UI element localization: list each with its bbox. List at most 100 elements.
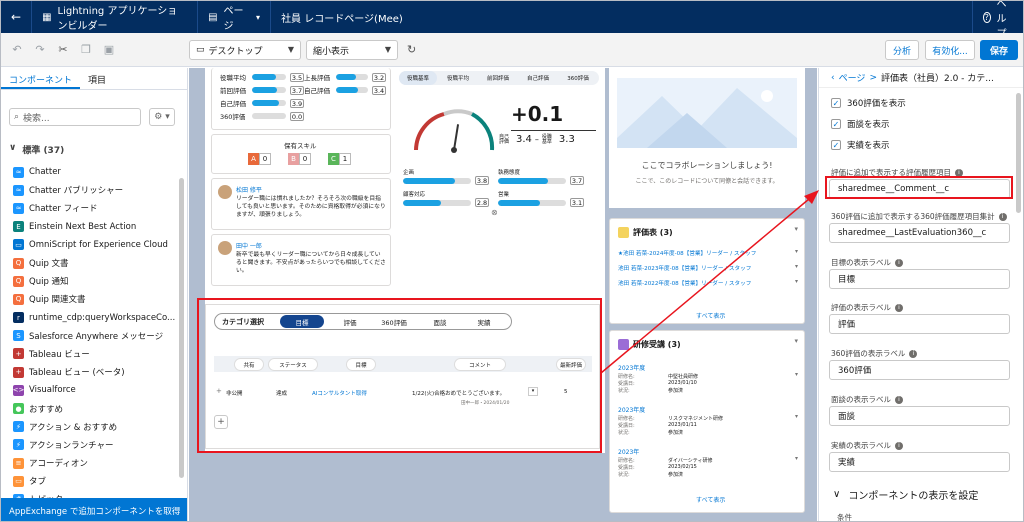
field-input[interactable]: sharedmee__LastEvaluation360__c bbox=[829, 223, 1010, 243]
component-item[interactable]: ▭ OmniScript for Experience Cloud bbox=[13, 236, 178, 254]
settings-icon[interactable]: ⊗ bbox=[491, 208, 498, 217]
comment-text: リーダー職には慣れましたか？そろそろ次の職級を目指しても良いと思います。そのため… bbox=[236, 196, 386, 218]
eval-list-item[interactable]: 池田 若菜-2023年度-08【営業】リーダー / スタッフ bbox=[618, 264, 751, 272]
item-dropdown-icon[interactable]: ▾ bbox=[795, 278, 798, 285]
scrollbar[interactable] bbox=[179, 178, 184, 478]
component-item[interactable]: Q Quip 文書 bbox=[13, 254, 178, 272]
eval-list-item[interactable]: 池田 若菜-2022年度-08【営業】リーダー / スタッフ bbox=[618, 279, 751, 287]
gauge-needle bbox=[453, 124, 460, 151]
tab-components[interactable]: コンポーネント bbox=[1, 68, 81, 89]
gauge-tab[interactable]: 自己評価 bbox=[519, 71, 557, 85]
component-label: アクションランチャー bbox=[29, 440, 114, 451]
component-item[interactable]: r runtime_cdp:queryWorkspaceCo... bbox=[13, 309, 178, 327]
chevron-left-icon[interactable]: ‹ bbox=[831, 73, 835, 83]
undo-icon[interactable]: ↶ bbox=[10, 43, 24, 57]
component-item[interactable]: ▭ タブ bbox=[13, 472, 178, 490]
component-item[interactable]: S Salesforce Anywhere メッセージ bbox=[13, 327, 178, 345]
checkbox-checked-icon[interactable]: ✓ bbox=[831, 98, 841, 108]
cut-icon[interactable]: ✂ bbox=[56, 43, 70, 57]
metric-bar-fill bbox=[403, 177, 455, 184]
training-year-link[interactable]: 2023年度 bbox=[618, 363, 645, 372]
device-select[interactable]: ▭ デスクトップ ▼ bbox=[189, 40, 301, 60]
info-icon[interactable]: i bbox=[895, 441, 903, 450]
search-icon: ⌕ bbox=[14, 112, 20, 122]
comment-author[interactable]: 松田 修平 bbox=[236, 185, 262, 194]
analyze-button[interactable]: 分析 bbox=[885, 40, 919, 60]
gauge-tab[interactable]: 役職平均 bbox=[439, 71, 477, 85]
checkbox-option[interactable]: ✓ 面談を表示 bbox=[831, 118, 890, 130]
item-dropdown-icon[interactable]: ▾ bbox=[795, 455, 798, 462]
refresh-icon[interactable]: ↻ bbox=[407, 43, 416, 56]
paste-icon[interactable]: ▣ bbox=[102, 43, 116, 57]
gauge-tab[interactable]: 360評価 bbox=[559, 71, 597, 85]
appexchange-link[interactable]: AppExchange で追加コンポーネントを取得 bbox=[1, 498, 187, 521]
training-field-label: 研修名: bbox=[618, 458, 635, 464]
scrollbar[interactable] bbox=[1016, 93, 1021, 213]
item-dropdown-icon[interactable]: ▾ bbox=[795, 248, 798, 255]
component-item[interactable]: + Tableau ビュー (ベータ) bbox=[13, 363, 178, 381]
metric-row: 3.8 bbox=[403, 176, 489, 185]
component-item[interactable]: ⚡ アクション & おすすめ bbox=[13, 418, 178, 436]
field-input[interactable]: 目標 bbox=[829, 269, 1010, 289]
info-icon[interactable]: i bbox=[998, 212, 1007, 221]
checkbox-option[interactable]: ✓ 360評価を表示 bbox=[831, 97, 906, 109]
component-item[interactable]: <> Visualforce bbox=[13, 381, 178, 399]
item-dropdown-icon[interactable]: ▾ bbox=[795, 413, 798, 420]
skill-badge: A0 bbox=[248, 153, 271, 165]
field-input[interactable]: 実績 bbox=[829, 452, 1010, 472]
checkbox-checked-icon[interactable]: ✓ bbox=[831, 140, 841, 150]
component-item[interactable]: ≡ アコーディオン bbox=[13, 454, 178, 472]
standard-section-header[interactable]: ∨ 標準 (37) bbox=[9, 143, 64, 156]
search-input[interactable]: ⌕ 検索... bbox=[9, 108, 141, 126]
tab-fields[interactable]: 項目 bbox=[80, 68, 114, 89]
info-icon[interactable]: i bbox=[909, 349, 918, 358]
component-item[interactable]: ≈ Chatter フィード bbox=[13, 199, 178, 217]
info-icon[interactable]: i bbox=[895, 395, 903, 404]
activate-button[interactable]: 有効化... bbox=[925, 40, 975, 60]
item-dropdown-icon[interactable]: ▾ bbox=[795, 371, 798, 378]
gauge-tab[interactable]: 役職基準 bbox=[399, 71, 437, 85]
view-select[interactable]: 縮小表示 ▼ bbox=[306, 40, 398, 60]
checkbox-checked-icon[interactable]: ✓ bbox=[831, 119, 841, 129]
dropdown-icon[interactable]: ▾ bbox=[794, 225, 798, 233]
info-icon[interactable]: i bbox=[895, 303, 903, 312]
eval-show-all-link[interactable]: すべて表示 bbox=[696, 311, 725, 320]
training-field-value: 参加済 bbox=[668, 430, 684, 436]
dropdown-icon[interactable]: ▾ bbox=[794, 337, 798, 345]
copy-icon[interactable]: ❐ bbox=[79, 43, 93, 57]
info-icon[interactable]: i bbox=[895, 258, 903, 267]
field-input[interactable]: 360評価 bbox=[829, 360, 1010, 380]
page-menu[interactable]: ▤ ページ ▾ bbox=[198, 1, 270, 33]
eval-list-item[interactable]: ★池田 若菜-2024年度-08【営業】リーダー / スタッフ bbox=[618, 249, 756, 257]
component-item[interactable]: ● おすすめ bbox=[13, 399, 178, 417]
redo-icon[interactable]: ↷ bbox=[33, 43, 47, 57]
metric-label: 執務態度 bbox=[498, 170, 521, 176]
save-button[interactable]: 保存 bbox=[980, 40, 1018, 60]
component-item[interactable]: E Einstein Next Best Action bbox=[13, 218, 178, 236]
component-icon: ⚡ bbox=[13, 421, 24, 433]
component-label: Quip 通知 bbox=[29, 277, 69, 288]
help-button[interactable]: ? ヘルプ bbox=[973, 1, 1023, 40]
training-show-all-link[interactable]: すべて表示 bbox=[696, 495, 725, 504]
gauge-tab[interactable]: 前回評価 bbox=[479, 71, 517, 85]
component-item[interactable]: ≈ Chatter パブリッシャー bbox=[13, 181, 178, 199]
component-item[interactable]: Q Quip 関連文書 bbox=[13, 290, 178, 308]
metric-bar-fill bbox=[498, 199, 541, 206]
toolbar: ↶ ↷ ✂ ❐ ▣ bbox=[1, 33, 1023, 67]
checkbox-option[interactable]: ✓ 実績を表示 bbox=[831, 139, 890, 151]
comment-author[interactable]: 田中 一郎 bbox=[236, 241, 262, 250]
component-icon: r bbox=[13, 312, 24, 324]
field-input[interactable]: 面談 bbox=[829, 406, 1010, 426]
training-year-link[interactable]: 2023年度 bbox=[618, 405, 645, 414]
component-item[interactable]: ≈ Chatter bbox=[13, 163, 178, 181]
component-item[interactable]: ⚡ アクションランチャー bbox=[13, 436, 178, 454]
app-launcher-button[interactable]: ← bbox=[1, 1, 31, 33]
component-icon: + bbox=[13, 348, 24, 360]
component-item[interactable]: Q Quip 通知 bbox=[13, 272, 178, 290]
component-visibility-section[interactable]: ∨ コンポーネントの表示を設定 bbox=[833, 487, 978, 502]
settings-menu-button[interactable]: ⚙ ▾ bbox=[149, 108, 175, 126]
component-item[interactable]: + Tableau ビュー bbox=[13, 345, 178, 363]
field-input[interactable]: 評価 bbox=[829, 314, 1010, 334]
training-year-link[interactable]: 2023年 bbox=[618, 447, 639, 456]
item-dropdown-icon[interactable]: ▾ bbox=[795, 263, 798, 270]
